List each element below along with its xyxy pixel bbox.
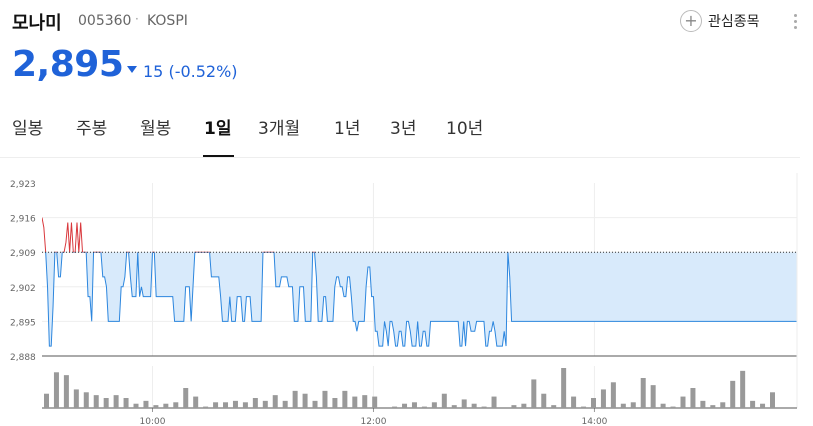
volume-bar	[471, 403, 477, 408]
volume-bar	[133, 403, 139, 408]
y-tick-label: 2,902	[10, 284, 36, 294]
volume-bar	[491, 396, 497, 408]
volume-bar	[332, 398, 338, 408]
volume-bar	[610, 382, 616, 408]
volume-bar	[223, 402, 229, 408]
volume-bar	[83, 392, 89, 408]
volume-bar	[650, 385, 656, 408]
volume-bar	[421, 406, 427, 408]
y-tick-label: 2,909	[10, 249, 36, 259]
volume-bar	[183, 388, 189, 408]
volume-bar	[392, 406, 398, 408]
volume-bar	[521, 403, 527, 408]
volume-bar	[143, 400, 149, 408]
x-tick-label: 12:00	[360, 417, 386, 426]
volume-bar	[750, 400, 756, 408]
volume-bar	[690, 388, 696, 408]
volume-bar	[600, 389, 606, 408]
volume-bar	[451, 405, 457, 408]
volume-bar	[213, 402, 219, 408]
volume-bar	[232, 400, 238, 408]
volume-bar	[541, 393, 547, 408]
volume-bar	[163, 403, 169, 408]
volume-bar	[581, 406, 587, 408]
volume-bar	[362, 395, 368, 408]
volume-bar	[770, 392, 775, 408]
volume-bar	[760, 403, 766, 408]
x-tick-label: 10:00	[140, 417, 166, 426]
volume-bar	[630, 402, 636, 408]
volume-bar	[282, 400, 288, 408]
volume-bar	[312, 400, 318, 408]
volume-bar	[242, 402, 248, 408]
volume-bar	[531, 379, 537, 408]
y-tick-label: 2,895	[10, 318, 36, 328]
x-tick-label: 14:00	[581, 417, 607, 426]
volume-bar	[93, 395, 99, 408]
volume-bar	[720, 402, 726, 408]
volume-bar	[103, 398, 109, 408]
volume-bar	[44, 393, 49, 408]
volume-bar	[740, 370, 746, 408]
volume-bar	[710, 405, 716, 408]
volume-bar	[670, 406, 676, 408]
volume-bar	[441, 393, 447, 408]
intraday-chart: 2,923 2,916 2,909 2,902 2,895 2,888 10:00 12:00…	[10, 173, 798, 426]
volume-bar	[620, 403, 626, 408]
volume-bar	[272, 395, 278, 408]
y-tick-label: 2,916	[10, 215, 36, 225]
volume-bar	[123, 398, 129, 408]
volume-bar	[571, 396, 577, 408]
volume-bar	[352, 396, 358, 408]
volume-bar	[63, 375, 69, 408]
volume-bar	[730, 380, 736, 408]
volume-bar	[193, 396, 199, 408]
volume-bar	[590, 398, 596, 408]
volume-bar	[461, 399, 467, 408]
y-tick-label: 2,888	[10, 353, 36, 363]
volume-bar	[203, 406, 209, 408]
volume-bar	[302, 393, 308, 408]
volume-bar	[511, 405, 517, 408]
volume-bar	[292, 390, 298, 408]
volume-bar	[660, 403, 666, 408]
volume-bar	[431, 402, 437, 408]
volume-bar	[53, 372, 59, 408]
volume-bar	[113, 395, 119, 408]
volume-bar	[73, 389, 79, 408]
volume-bar	[551, 405, 557, 408]
volume-bar	[700, 400, 706, 408]
volume-bar	[252, 398, 258, 408]
volume-bar	[402, 403, 408, 408]
volume-bar	[481, 406, 487, 408]
volume-bar	[262, 400, 268, 408]
volume-bar	[342, 390, 348, 408]
volume-bar	[561, 368, 567, 408]
volume-bar	[640, 378, 646, 408]
volume-bar	[173, 402, 179, 408]
volume-bar	[680, 396, 686, 408]
volume-bar	[372, 396, 378, 408]
y-tick-label: 2,923	[10, 180, 36, 190]
volume-bar	[322, 390, 328, 408]
volume-bar	[411, 402, 417, 408]
volume-bar	[153, 405, 159, 408]
